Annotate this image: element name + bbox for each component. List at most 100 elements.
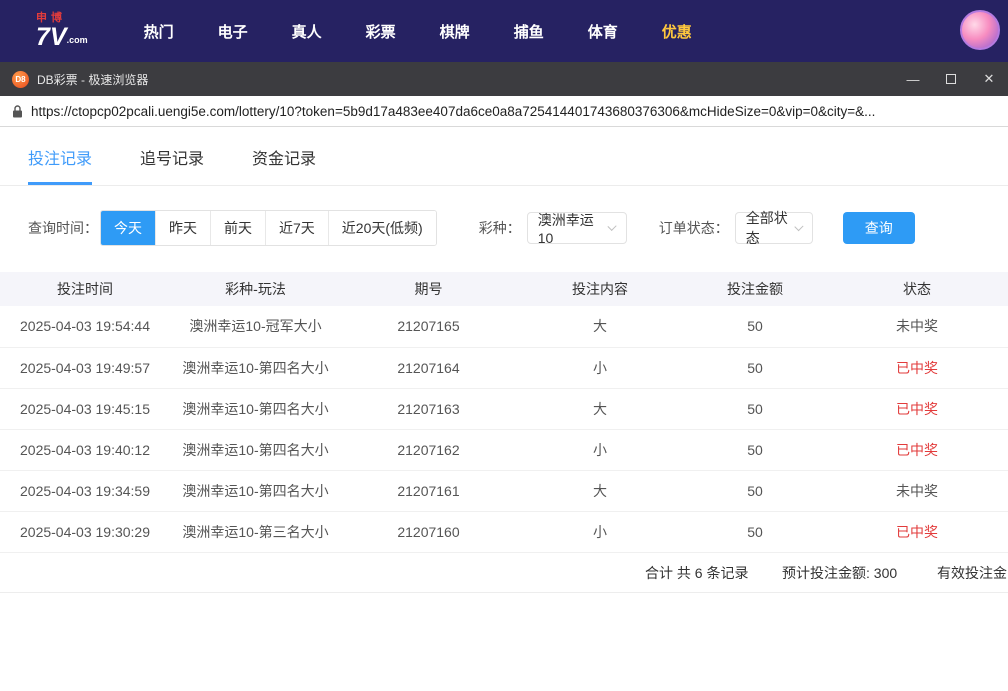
search-button[interactable]: 查询: [843, 212, 915, 244]
maximize-button[interactable]: [932, 62, 970, 96]
status-cell: 已中奖: [826, 388, 1008, 429]
cell-amount: 50: [684, 429, 826, 470]
time-option-yesterday[interactable]: 昨天: [155, 211, 210, 245]
cell-amount: 50: [684, 388, 826, 429]
nav-item-promo[interactable]: 优惠: [647, 21, 707, 42]
header-content: 投注内容: [516, 272, 684, 306]
order-status-select[interactable]: 全部状态: [735, 212, 813, 244]
cell-issue: 21207164: [341, 347, 516, 388]
cell-bet-time: 2025-04-03 19:30:29: [0, 511, 170, 552]
table-row: 2025-04-03 19:49:57 澳洲幸运10-第四名大小 2120716…: [0, 347, 1008, 388]
site-logo[interactable]: 申博 7V.com: [36, 13, 88, 50]
chevron-down-icon: [608, 221, 617, 230]
summary-total-records: 合计 共 6 条记录: [645, 553, 748, 593]
cell-amount: 50: [684, 511, 826, 552]
window-controls: — ✕: [894, 62, 1008, 96]
tab-bet-records[interactable]: 投注记录: [28, 127, 92, 185]
cell-game-play: 澳洲幸运10-第四名大小: [170, 429, 341, 470]
cell-content: 小: [516, 347, 684, 388]
order-status-label: 订单状态：: [659, 218, 729, 238]
status-cell: 未中奖: [826, 470, 1008, 511]
bet-records-table: 投注时间 彩种-玩法 期号 投注内容 投注金额 状态 2025-04-03 19…: [0, 272, 1008, 553]
cell-content: 大: [516, 388, 684, 429]
cell-issue: 21207163: [341, 388, 516, 429]
logo-brand-suffix: .com: [67, 35, 88, 45]
status-cell: 已中奖: [826, 347, 1008, 388]
cell-game-play: 澳洲幸运10-第三名大小: [170, 511, 341, 552]
cell-issue: 21207162: [341, 429, 516, 470]
site-nav-items: 热门 电子 真人 彩票 棋牌 捕鱼 体育 优惠: [122, 21, 714, 42]
header-amount: 投注金额: [684, 272, 826, 306]
header-game-play: 彩种-玩法: [170, 272, 341, 306]
time-filter-label: 查询时间：: [28, 218, 98, 238]
nav-item-slots[interactable]: 电子: [203, 21, 263, 42]
nav-item-live[interactable]: 真人: [277, 21, 337, 42]
cell-issue: 21207160: [341, 511, 516, 552]
close-button[interactable]: ✕: [970, 62, 1008, 96]
browser-url-bar[interactable]: https://ctopcp02pcali.uengi5e.com/lotter…: [0, 96, 1008, 127]
lock-icon: [12, 105, 23, 118]
url-text: https://ctopcp02pcali.uengi5e.com/lotter…: [31, 104, 875, 119]
cell-bet-time: 2025-04-03 19:40:12: [0, 429, 170, 470]
cell-amount: 50: [684, 347, 826, 388]
header-issue: 期号: [341, 272, 516, 306]
cell-game-play: 澳洲幸运10-冠军大小: [170, 306, 341, 347]
logo-brand-main: 7V.com: [36, 25, 88, 50]
cell-game-play: 澳洲幸运10-第四名大小: [170, 347, 341, 388]
order-status-value: 全部状态: [746, 208, 788, 248]
site-top-nav: 申博 7V.com 热门 电子 真人 彩票 棋牌 捕鱼 体育 优惠: [0, 0, 1008, 62]
cell-amount: 50: [684, 306, 826, 347]
cell-amount: 50: [684, 470, 826, 511]
summary-valid-amount: 有效投注金: [937, 553, 1007, 593]
nav-item-sports[interactable]: 体育: [573, 21, 633, 42]
cell-issue: 21207161: [341, 470, 516, 511]
table-row: 2025-04-03 19:34:59 澳洲幸运10-第四名大小 2120716…: [0, 470, 1008, 511]
cell-content: 大: [516, 470, 684, 511]
table-row: 2025-04-03 19:45:15 澳洲幸运10-第四名大小 2120716…: [0, 388, 1008, 429]
summary-expected-amount: 预计投注金额: 300: [782, 553, 897, 593]
table-header-row: 投注时间 彩种-玩法 期号 投注内容 投注金额 状态: [0, 272, 1008, 306]
cell-game-play: 澳洲幸运10-第四名大小: [170, 470, 341, 511]
status-cell: 未中奖: [826, 306, 1008, 347]
header-status: 状态: [826, 272, 1008, 306]
status-cell: 已中奖: [826, 429, 1008, 470]
time-option-7days[interactable]: 近7天: [265, 211, 328, 245]
summary-row: 合计 共 6 条记录 预计投注金额: 300 有效投注金: [0, 553, 1008, 593]
cell-content: 小: [516, 511, 684, 552]
time-option-today[interactable]: 今天: [101, 211, 155, 245]
table-row: 2025-04-03 19:40:12 澳洲幸运10-第四名大小 2120716…: [0, 429, 1008, 470]
time-option-daybefore[interactable]: 前天: [210, 211, 265, 245]
minimize-button[interactable]: —: [894, 62, 932, 96]
nav-item-lottery[interactable]: 彩票: [351, 21, 411, 42]
table-row: 2025-04-03 19:30:29 澳洲幸运10-第三名大小 2120716…: [0, 511, 1008, 552]
nav-item-cards[interactable]: 棋牌: [425, 21, 485, 42]
cell-game-play: 澳洲幸运10-第四名大小: [170, 388, 341, 429]
time-option-20days[interactable]: 近20天(低频): [328, 211, 436, 245]
cell-bet-time: 2025-04-03 19:49:57: [0, 347, 170, 388]
maximize-icon: [946, 74, 956, 84]
lottery-select-value: 澳洲幸运10: [538, 210, 602, 246]
window-title: DB彩票 - 极速浏览器: [37, 71, 894, 88]
cell-content: 小: [516, 429, 684, 470]
record-tabs: 投注记录 追号记录 资金记录: [0, 127, 1008, 186]
filter-row: 查询时间： 今天 昨天 前天 近7天 近20天(低频) 彩种： 澳洲幸运10 订…: [0, 212, 1008, 244]
chevron-down-icon: [794, 222, 803, 231]
nav-item-hot[interactable]: 热门: [129, 21, 189, 42]
cell-bet-time: 2025-04-03 19:45:15: [0, 388, 170, 429]
status-cell: 已中奖: [826, 511, 1008, 552]
cell-content: 大: [516, 306, 684, 347]
user-avatar[interactable]: [960, 10, 1000, 50]
cell-bet-time: 2025-04-03 19:54:44: [0, 306, 170, 347]
table-row: 2025-04-03 19:54:44 澳洲幸运10-冠军大小 21207165…: [0, 306, 1008, 347]
cell-bet-time: 2025-04-03 19:34:59: [0, 470, 170, 511]
time-range-group: 今天 昨天 前天 近7天 近20天(低频): [100, 210, 437, 246]
browser-title-bar: D8 DB彩票 - 极速浏览器 — ✕: [0, 62, 1008, 96]
cell-issue: 21207165: [341, 306, 516, 347]
browser-app-icon: D8: [12, 71, 29, 88]
lottery-filter-label: 彩种：: [479, 218, 521, 238]
tab-chase-records[interactable]: 追号记录: [140, 127, 204, 185]
nav-item-fishing[interactable]: 捕鱼: [499, 21, 559, 42]
tab-fund-records[interactable]: 资金记录: [252, 127, 316, 185]
header-bet-time: 投注时间: [0, 272, 170, 306]
lottery-select[interactable]: 澳洲幸运10: [527, 212, 627, 244]
